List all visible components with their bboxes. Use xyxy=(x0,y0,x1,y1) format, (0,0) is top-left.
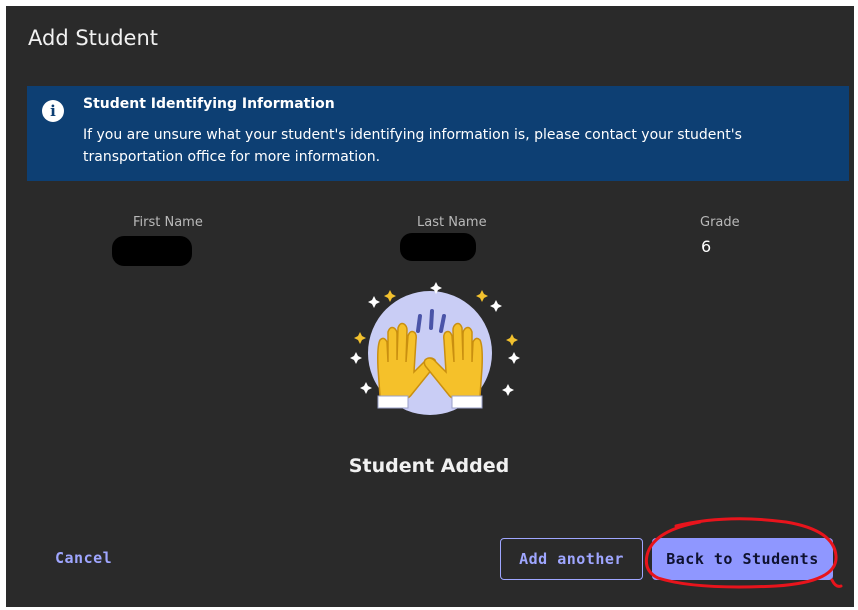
info-banner-text: If you are unsure what your student's id… xyxy=(83,127,742,165)
raised-hands-celebration-icon xyxy=(350,282,520,415)
last-name-redaction xyxy=(400,233,476,261)
add-another-button[interactable]: Add another xyxy=(500,538,643,580)
info-banner-title: Student Identifying Information xyxy=(83,96,335,112)
back-to-students-button[interactable]: Back to Students xyxy=(652,538,833,580)
last-name-label: Last Name xyxy=(417,215,487,230)
student-added-message: Student Added xyxy=(348,455,510,477)
cancel-button[interactable]: Cancel xyxy=(55,549,112,567)
dialog-title: Add Student xyxy=(28,26,158,50)
grade-value: 6 xyxy=(701,237,712,256)
grade-label: Grade xyxy=(700,215,740,230)
first-name-redaction xyxy=(112,236,192,266)
info-banner: i Student Identifying Information If you… xyxy=(27,86,849,181)
first-name-label: First Name xyxy=(133,215,203,230)
info-icon: i xyxy=(42,100,64,122)
